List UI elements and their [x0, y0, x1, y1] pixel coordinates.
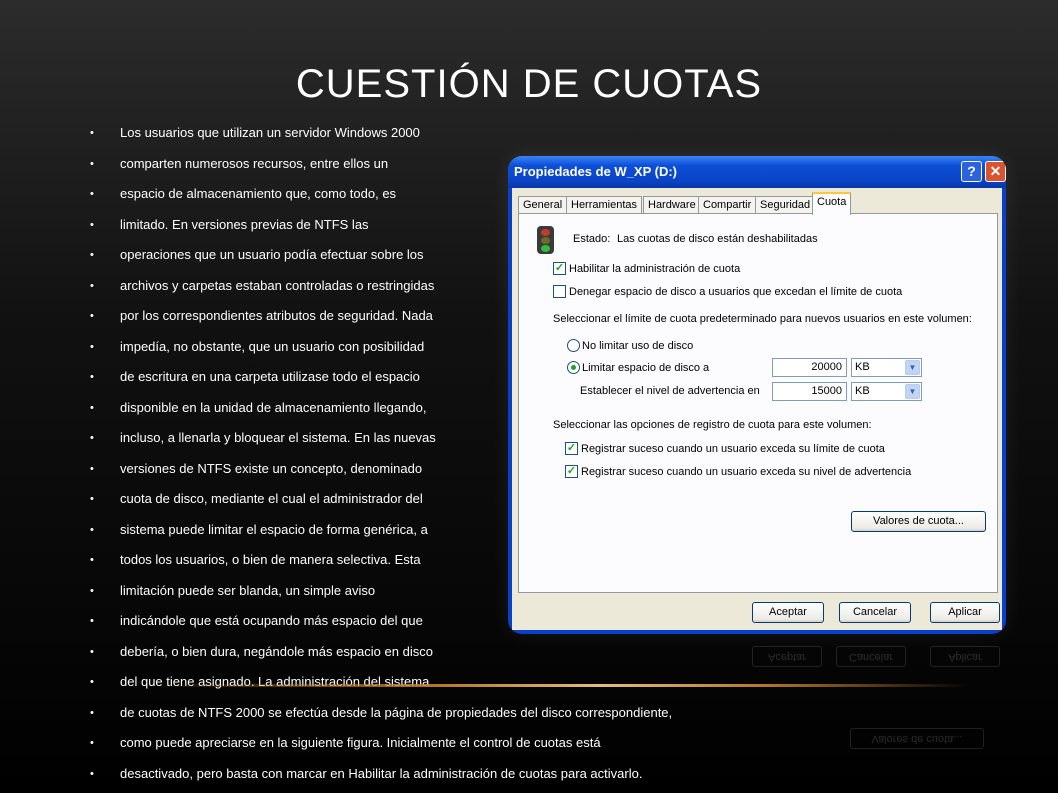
tab-herramientas[interactable]: Herramientas [566, 196, 643, 214]
enable-quota-label[interactable]: Habilitar la administración de cuota [569, 263, 740, 275]
bullet-item: limitado. En versiones previas de NTFS l… [90, 210, 510, 241]
tab-cuota[interactable]: Cuota [812, 192, 852, 215]
bullet-item: Los usuarios que utilizan un servidor Wi… [90, 118, 510, 149]
reflection-glow-line [150, 684, 970, 687]
logging-heading: Seleccionar las opciones de registro de … [553, 419, 872, 431]
dialog-title: Propiedades de W_XP (D:) [514, 164, 678, 179]
bullet-item: archivos y carpetas estaban controladas … [90, 271, 510, 302]
bullet-item: debería, o bien dura, negándole más espa… [90, 637, 510, 668]
close-button[interactable]: ✕ [985, 161, 1006, 182]
reflection-ok: Aceptar [752, 646, 822, 667]
bullet-item: indicándole que está ocupando más espaci… [90, 606, 510, 637]
bullet-item: disponible en la unidad de almacenamient… [90, 393, 510, 424]
tab-compartir[interactable]: Compartir [698, 196, 757, 214]
limit-unit-select[interactable]: KB ▼ [851, 358, 922, 377]
bullet-item: del que tiene asignado. La administració… [90, 667, 510, 698]
bullet-item: todos los usuarios, o bien de manera sel… [90, 545, 510, 576]
dialog-client: General Herramientas Hardware Compartir … [512, 188, 1002, 630]
warning-level-input[interactable]: 15000 [772, 382, 847, 401]
log-warning-checkbox[interactable]: ✓ [565, 465, 578, 478]
slide-title: CUESTIÓN DE CUOTAS [295, 62, 763, 106]
bullet-item: limitación puede ser blanda, un simple a… [90, 576, 510, 607]
deny-space-label[interactable]: Denegar espacio de disco a usuarios que … [569, 286, 902, 298]
status-value: Las cuotas de disco están deshabilitadas [617, 233, 818, 245]
enable-quota-checkbox[interactable]: ✓ [553, 262, 566, 275]
apply-button[interactable]: Aplicar [930, 602, 1000, 623]
log-limit-checkbox[interactable]: ✓ [565, 442, 578, 455]
deny-space-checkbox[interactable] [553, 285, 566, 298]
warning-unit-value: KB [855, 385, 870, 397]
tab-hardware[interactable]: Hardware [643, 196, 701, 214]
chevron-down-icon[interactable]: ▼ [905, 360, 920, 375]
log-limit-label[interactable]: Registrar suceso cuando un usuario exced… [581, 443, 885, 455]
bullet-item: sistema puede limitar el espacio de form… [90, 515, 510, 546]
bullet-item: impedía, no obstante, que un usuario con… [90, 332, 510, 363]
limit-unit-value: KB [855, 361, 870, 373]
bullet-item: cuota de disco, mediante el cual el admi… [90, 484, 510, 515]
limit-to-label[interactable]: Limitar espacio de disco a [582, 362, 709, 374]
limit-to-input[interactable]: 20000 [772, 358, 847, 377]
reflection-apply: Aplicar [930, 646, 1000, 667]
bullet-item: incluso, a llenarla y bloquear el sistem… [90, 423, 510, 454]
help-button[interactable]: ? [961, 161, 982, 182]
bullet-item: por los correspondientes atributos de se… [90, 301, 510, 332]
properties-dialog: Propiedades de W_XP (D:) ? ✕ General Her… [508, 156, 1006, 634]
bullet-item: comparten numerosos recursos, entre ello… [90, 149, 510, 180]
traffic-light-icon [537, 226, 554, 254]
log-warning-label[interactable]: Registrar suceso cuando un usuario exced… [581, 466, 911, 478]
warning-unit-select[interactable]: KB ▼ [851, 382, 922, 401]
dialog-titlebar[interactable]: Propiedades de W_XP (D:) ? ✕ [508, 156, 1006, 188]
warning-level-label: Establecer el nivel de advertencia en [580, 385, 760, 397]
bullet-item: espacio de almacenamiento que, como todo… [90, 179, 510, 210]
bullet-item: versiones de NTFS existe un concepto, de… [90, 454, 510, 485]
dialog-reflection: Aceptar Cancelar Aplicar Valores de cuot… [508, 640, 1006, 790]
default-limit-heading: Seleccionar el límite de cuota predeterm… [553, 313, 972, 325]
bullet-item: de escritura en una carpeta utilizase to… [90, 362, 510, 393]
quota-entries-button[interactable]: Valores de cuota... [851, 511, 986, 532]
reflection-cancel: Cancelar [836, 646, 906, 667]
no-limit-radio[interactable] [567, 339, 580, 352]
status-label: Estado: [573, 233, 611, 245]
tab-general[interactable]: General [518, 196, 568, 214]
reflection-quota-entries: Valores de cuota... [850, 728, 984, 749]
quota-panel: Estado: Las cuotas de disco están deshab… [518, 213, 998, 593]
no-limit-label[interactable]: No limitar uso de disco [582, 340, 693, 352]
chevron-down-icon[interactable]: ▼ [905, 384, 920, 399]
limit-to-radio[interactable] [567, 361, 580, 374]
cancel-button[interactable]: Cancelar [839, 602, 911, 623]
ok-button[interactable]: Aceptar [752, 602, 824, 623]
tab-seguridad[interactable]: Seguridad [755, 196, 816, 214]
bullet-item: operaciones que un usuario podía efectua… [90, 240, 510, 271]
